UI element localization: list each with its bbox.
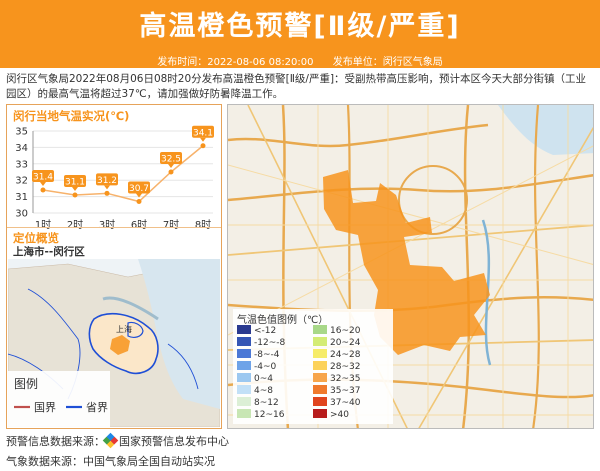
y-tick-label: 31 bbox=[15, 192, 28, 203]
temp-point bbox=[136, 199, 142, 205]
x-tick-label: 3时 bbox=[99, 219, 115, 231]
legend-item: <-12 bbox=[237, 325, 276, 336]
temp-label-pointer bbox=[200, 137, 206, 142]
x-tick-label: 7时 bbox=[163, 219, 179, 231]
y-tick-label: 32 bbox=[15, 176, 28, 187]
weather-source: 气象数据来源：中国气象局全国自动站实况 bbox=[6, 455, 215, 468]
x-tick-label: 6时 bbox=[131, 219, 147, 231]
y-tick-label: 30 bbox=[15, 209, 28, 220]
warning-description: 闵行区气象局2022年08月06日08时20分发布高温橙色预警[Ⅱ级/严重]：受… bbox=[6, 73, 587, 100]
temp-color-legend: 气温色值图例（℃） <-12 -12~-8 -8~-4 -4~0 0~4 4~8… bbox=[233, 309, 393, 424]
legend-item: 37~40 bbox=[313, 397, 360, 408]
y-tick-label: 34 bbox=[15, 143, 28, 154]
legend-item: 24~28 bbox=[313, 349, 360, 360]
temp-data-label: 32.5 bbox=[161, 155, 181, 165]
header-meta: 发布时间：2022-08-06 08:20:00 发布单位：闵行区气象局 bbox=[0, 53, 600, 68]
temp-data-label: 31.1 bbox=[65, 177, 85, 187]
warning-source: 预警信息数据来源： 国家预警信息发布中心 bbox=[6, 432, 229, 449]
legend-item: -12~-8 bbox=[237, 337, 285, 348]
legend-item: 0~4 bbox=[237, 373, 273, 384]
temp-point bbox=[72, 192, 78, 198]
legend-item: 20~24 bbox=[313, 337, 360, 348]
page-title: 高温橙色预警[Ⅱ级/严重] bbox=[139, 11, 461, 42]
legend-item: 35~37 bbox=[313, 385, 360, 396]
temperature-chart: 30313233343531.41时31.12时31.23时30.76时32.5… bbox=[15, 125, 214, 231]
inset-city-label: 上海 bbox=[116, 324, 132, 334]
legend-item: >40 bbox=[313, 409, 349, 420]
location-place: 上海市--闵行区 bbox=[13, 246, 85, 258]
temp-point bbox=[168, 169, 174, 175]
x-tick-label: 2时 bbox=[67, 219, 83, 231]
inset-legend-title: 图例 bbox=[14, 377, 38, 391]
location-inset-map: 上海 图例 国界 省界 bbox=[8, 259, 220, 427]
legend-item: 4~8 bbox=[237, 385, 273, 396]
temp-point bbox=[40, 187, 46, 193]
legend-item: 12~16 bbox=[237, 409, 284, 420]
national-border-label: 国界 bbox=[34, 401, 56, 414]
temp-section-title: 闵行当地气温实况(℃) bbox=[13, 109, 130, 123]
warning-source-label: 预警信息数据来源： bbox=[6, 435, 105, 448]
provincial-border-label: 省界 bbox=[86, 401, 108, 414]
legend-item: 16~20 bbox=[313, 325, 360, 336]
temp-legend-title: 气温色值图例（℃） bbox=[237, 315, 329, 326]
y-tick-label: 35 bbox=[15, 127, 28, 138]
temp-label-pointer bbox=[168, 164, 174, 168]
legend-item: 8~12 bbox=[237, 397, 279, 408]
publish-time: 发布时间：2022-08-06 08:20:00 bbox=[157, 57, 314, 68]
publisher: 发布单位：闵行区气象局 bbox=[332, 57, 443, 68]
temp-data-label: 31.4 bbox=[33, 173, 53, 183]
temp-data-label: 34.1 bbox=[193, 128, 213, 138]
header-banner: 高温橙色预警[Ⅱ级/严重] 发布时间：2022-08-06 08:20:00 发… bbox=[0, 0, 600, 68]
warning-area-map: 气温色值图例（℃） <-12 -12~-8 -8~-4 -4~0 0~4 4~8… bbox=[227, 104, 594, 429]
left-panel: 闵行当地气温实况(℃) 30 31 32 33 34 35 31.4 1时 31.1 2时 31.2… bbox=[6, 104, 222, 429]
divider bbox=[7, 227, 221, 228]
temp-data-label: 30.7 bbox=[129, 184, 149, 194]
legend-item: -4~0 bbox=[237, 361, 276, 372]
temp-label-pointer bbox=[72, 186, 78, 191]
legend-item: 28~32 bbox=[313, 361, 360, 372]
temp-data-label: 31.2 bbox=[97, 176, 117, 186]
y-tick-label: 33 bbox=[15, 159, 28, 170]
temp-point bbox=[104, 190, 110, 196]
warning-source-link[interactable]: 国家预警信息发布中心 bbox=[119, 435, 229, 448]
warning-source-logo-icon bbox=[102, 432, 119, 449]
legend-item: -8~-4 bbox=[237, 349, 280, 360]
temp-label-pointer bbox=[40, 182, 46, 187]
legend-item: 32~35 bbox=[313, 373, 360, 384]
x-tick-label: 8时 bbox=[195, 219, 211, 231]
temp-label-pointer bbox=[104, 185, 110, 190]
temp-point bbox=[200, 143, 206, 149]
